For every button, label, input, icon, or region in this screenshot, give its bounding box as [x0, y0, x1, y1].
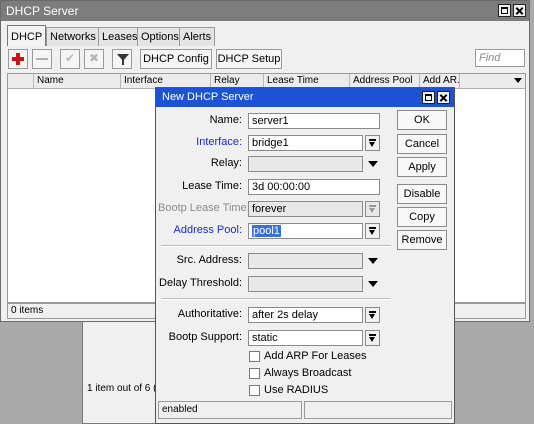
column-add-arp[interactable]: Add AR... [420, 74, 460, 88]
lease-time-label: Lease Time: [182, 180, 242, 192]
new-dhcp-server-dialog: New DHCP Server Name: server1 Interface:… [155, 87, 455, 424]
always-broadcast-checkbox[interactable] [249, 368, 260, 379]
bootp-lease-time-dropdown-icon[interactable] [365, 201, 380, 217]
authoritative-label: Authoritative: [177, 308, 242, 320]
bootp-support-field[interactable]: static [248, 330, 363, 346]
column-lease-time[interactable]: Lease Time [264, 74, 350, 88]
name-label: Name: [209, 114, 242, 126]
remove-icon[interactable] [32, 49, 52, 69]
column-relay[interactable]: Relay [211, 74, 264, 88]
title-bar: DHCP Server [1, 1, 529, 21]
lease-time-field[interactable]: 3d 00:00:00 [248, 179, 380, 195]
dialog-restore-icon[interactable] [422, 91, 435, 104]
tab-networks[interactable]: Networks [46, 27, 100, 46]
ok-button[interactable]: OK [397, 110, 447, 130]
list-header-spacer [8, 74, 34, 88]
column-address-pool[interactable]: Address Pool [350, 74, 420, 88]
dialog-title-bar: New DHCP Server [156, 88, 454, 107]
filter-icon[interactable] [112, 49, 132, 69]
bootp-support-label: Bootp Support: [168, 331, 242, 343]
interface-label: Interface: [196, 136, 242, 148]
disable-icon[interactable] [84, 49, 104, 69]
copy-button[interactable]: Copy [397, 207, 447, 227]
address-pool-field[interactable]: pool1 [248, 223, 363, 239]
dhcp-setup-button[interactable]: DHCP Setup [216, 49, 282, 69]
name-field[interactable]: server1 [248, 113, 380, 129]
dialog-status-secondary [304, 401, 452, 419]
relay-field[interactable] [248, 156, 363, 172]
dialog-close-icon[interactable] [437, 91, 450, 104]
tab-options[interactable]: Options [137, 27, 183, 46]
add-arp-label: Add ARP For Leases [264, 350, 367, 362]
use-radius-checkbox[interactable] [249, 385, 260, 396]
add-icon[interactable] [8, 49, 28, 69]
bootp-lease-time-label: Bootp Lease Time: [158, 202, 250, 214]
interface-dropdown-icon[interactable] [365, 135, 380, 151]
dialog-status-bar: enabled [158, 401, 452, 421]
always-broadcast-label: Always Broadcast [264, 367, 352, 379]
item-count: 0 items [11, 305, 44, 316]
tab-dhcp[interactable]: DHCP [7, 25, 47, 46]
toolbar: DHCP Config DHCP Setup Find [5, 49, 527, 71]
address-pool-dropdown-icon[interactable] [365, 223, 380, 239]
cancel-button[interactable]: Cancel [397, 134, 447, 154]
disable-button[interactable]: Disable [397, 184, 447, 204]
close-icon[interactable] [513, 4, 526, 17]
find-input[interactable]: Find [475, 49, 525, 67]
dialog-status: enabled [158, 401, 302, 419]
remove-button[interactable]: Remove [397, 230, 447, 250]
delay-threshold-label: Delay Threshold: [159, 277, 242, 289]
tab-alerts[interactable]: Alerts [179, 27, 216, 46]
bootp-support-dropdown-icon[interactable] [365, 330, 380, 346]
src-address-field[interactable] [248, 253, 363, 269]
separator [161, 298, 391, 300]
src-address-dropdown-icon[interactable] [367, 253, 379, 269]
dhcp-config-button[interactable]: DHCP Config [140, 49, 212, 69]
add-arp-checkbox[interactable] [249, 351, 260, 362]
column-interface[interactable]: Interface [121, 74, 211, 88]
enable-icon[interactable] [60, 49, 80, 69]
background-window-status: 1 item out of 6 (1 [87, 383, 163, 394]
apply-button[interactable]: Apply [397, 157, 447, 177]
relay-dropdown-icon[interactable] [367, 156, 379, 172]
restore-icon[interactable] [498, 4, 511, 17]
authoritative-dropdown-icon[interactable] [365, 307, 380, 323]
authoritative-field[interactable]: after 2s delay [248, 307, 363, 323]
delay-threshold-field[interactable] [248, 276, 363, 292]
relay-label: Relay: [210, 157, 242, 169]
use-radius-label: Use RADIUS [264, 384, 329, 396]
address-pool-label: Address Pool: [173, 224, 242, 236]
interface-field[interactable]: bridge1 [248, 135, 363, 151]
bootp-lease-time-field[interactable]: forever [248, 201, 363, 217]
separator [161, 245, 391, 247]
column-menu-icon[interactable] [510, 74, 525, 88]
window-title: DHCP Server [6, 4, 79, 18]
tab-leases[interactable]: Leases [98, 27, 142, 46]
src-address-label: Src. Address: [176, 254, 242, 266]
dialog-title: New DHCP Server [162, 91, 254, 103]
delay-threshold-dropdown-icon[interactable] [367, 276, 379, 292]
column-name[interactable]: Name [34, 74, 121, 88]
address-pool-value: pool1 [252, 225, 281, 237]
